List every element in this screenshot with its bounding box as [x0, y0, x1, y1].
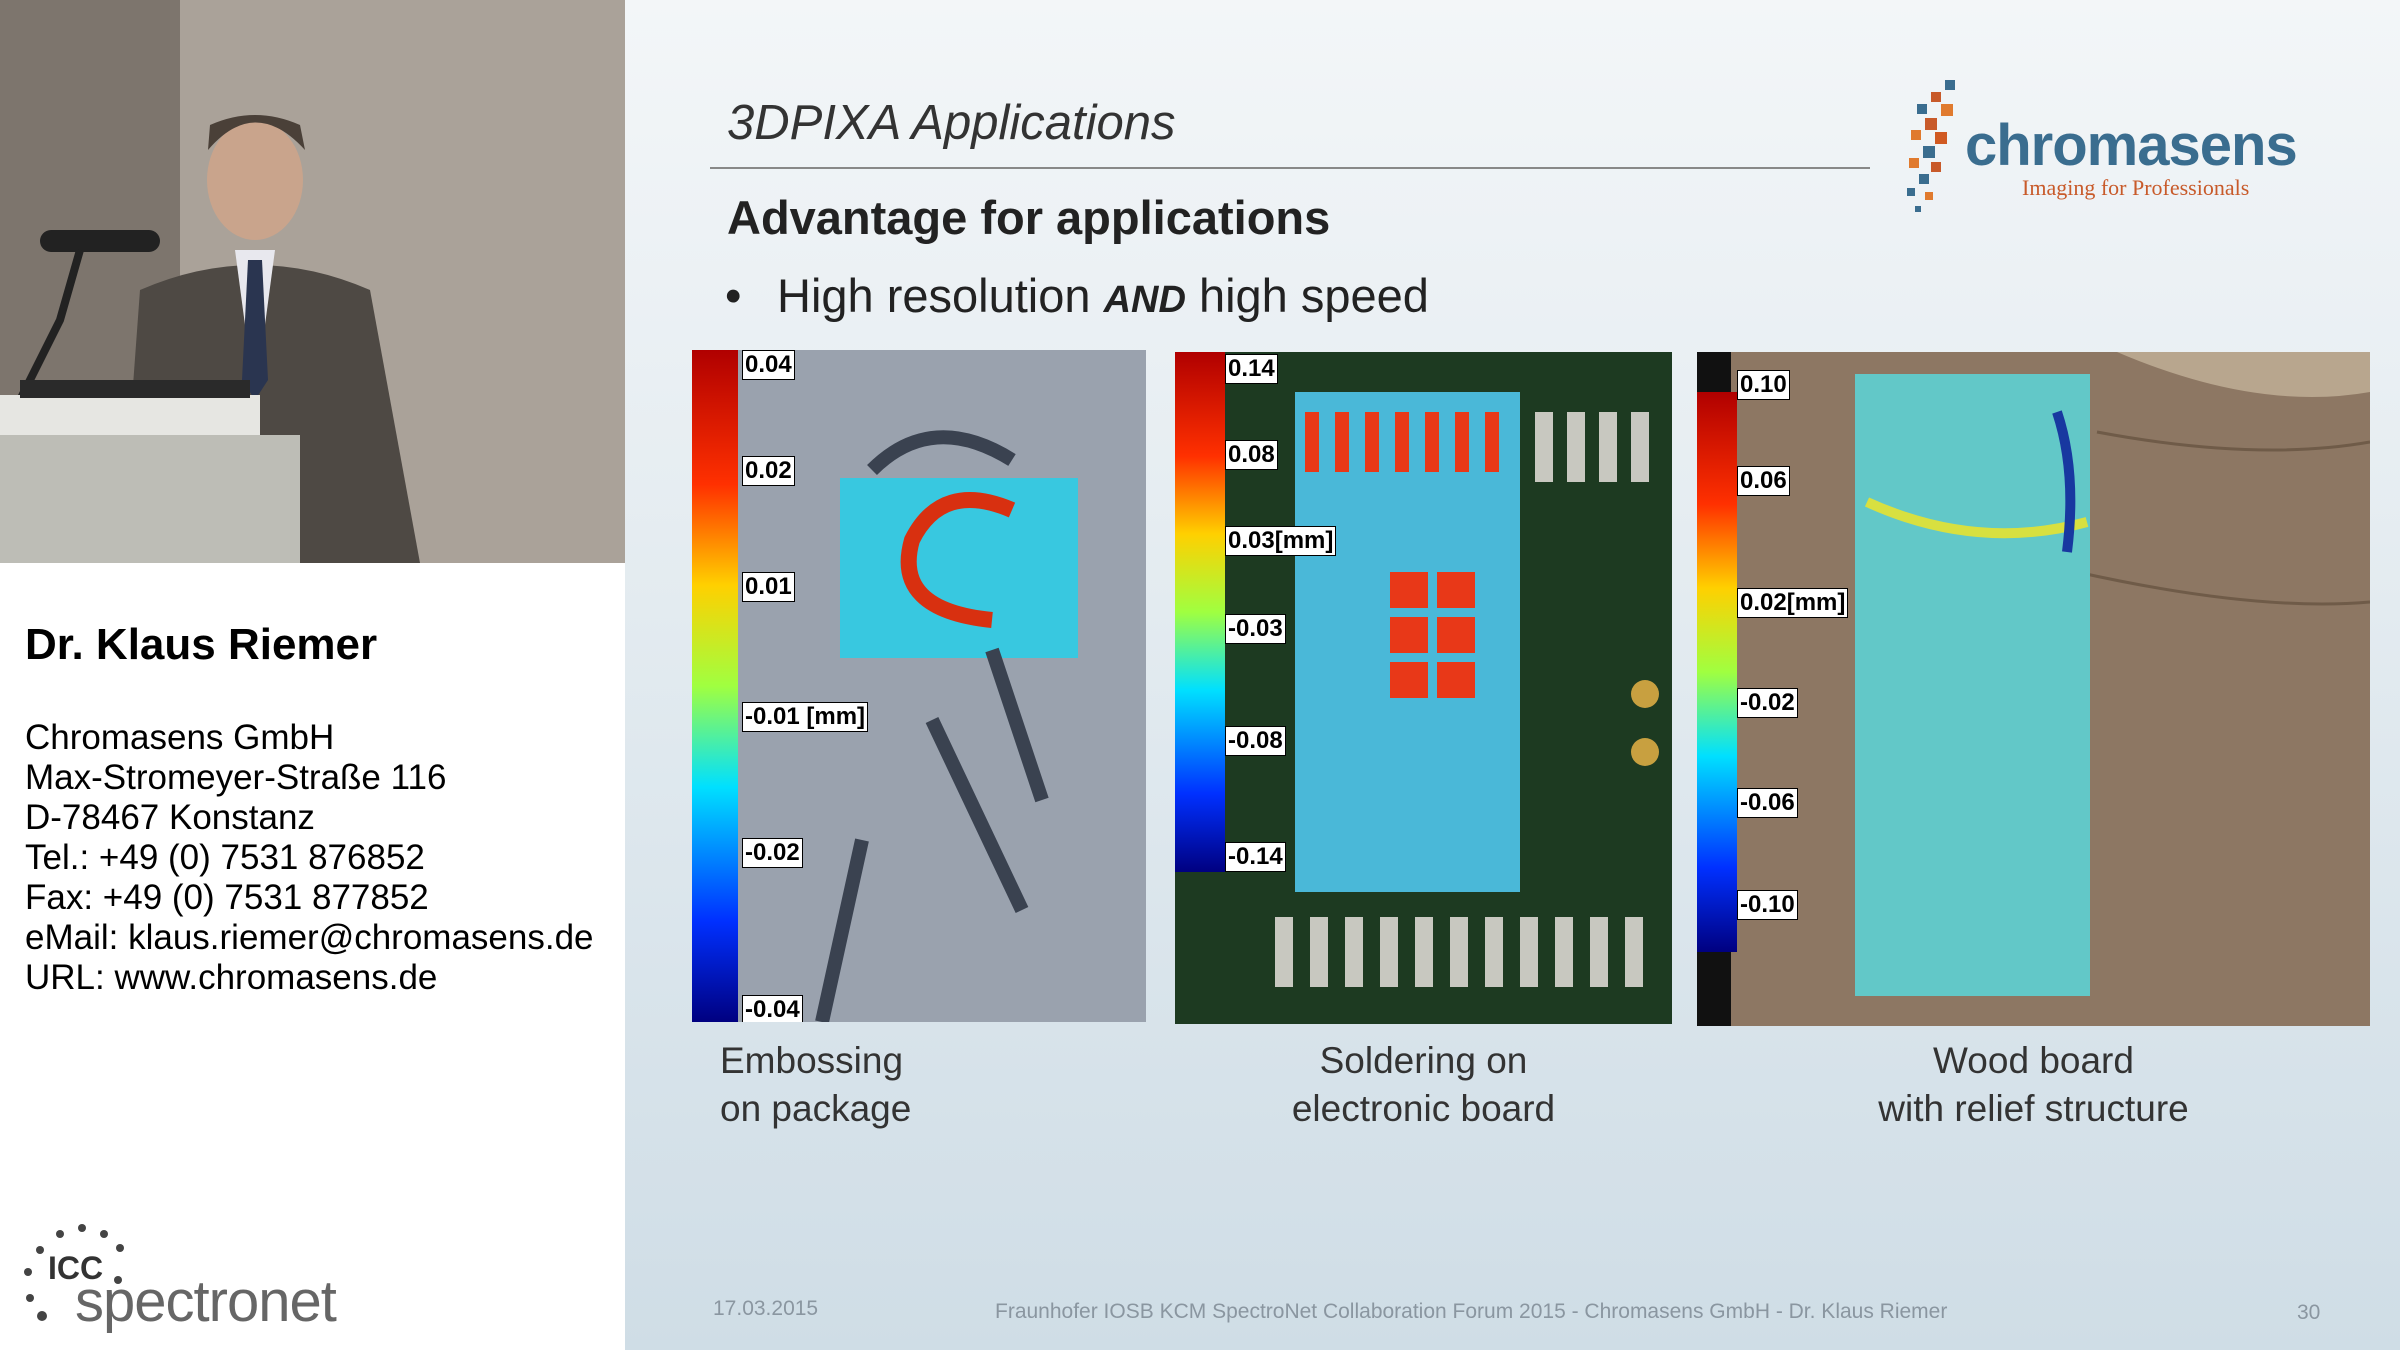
scale-tick-label: 0.10 — [1737, 370, 1790, 400]
caption-wood: Wood board with relief structure — [1697, 1037, 2370, 1133]
wood-render — [1697, 352, 2370, 1026]
scale-tick-label: 0.03[mm] — [1225, 526, 1337, 556]
bullet-dot-icon: • — [725, 269, 742, 322]
scale-tick-label: 0.08 — [1225, 440, 1278, 470]
scale-tick-label: 0.06 — [1737, 466, 1790, 496]
caption-line: Soldering on — [1319, 1040, 1528, 1081]
scale-tick-label: -0.02 — [742, 838, 803, 868]
scale-tick-label: 0.04 — [742, 350, 795, 380]
scale-tick-label: -0.10 — [1737, 890, 1798, 920]
scale-tick-label: -0.04 — [742, 995, 803, 1022]
company-name: Chromasens GmbH — [25, 718, 335, 757]
scale-tick-label: 0.02 — [742, 456, 795, 486]
caption-line: Embossing — [720, 1040, 904, 1081]
street-address: Max-Stromeyer-Straße 116 — [25, 758, 447, 797]
caption-line: electronic board — [1291, 1088, 1556, 1129]
caption-line: Wood board — [1933, 1040, 2134, 1081]
scale-tick-label: -0.06 — [1737, 788, 1798, 818]
slide-subtitle: Advantage for applications — [727, 191, 1331, 244]
scale-tick-label: -0.01 [mm] — [742, 702, 869, 732]
scale-tick-label: -0.03 — [1225, 614, 1286, 644]
speaker-video-frame — [0, 0, 625, 563]
title-divider — [710, 167, 1870, 169]
speaker-name: Dr. Klaus Riemer — [25, 620, 378, 669]
bullet-text-before: High resolution — [777, 269, 1104, 322]
speaker-sidebar: Dr. Klaus Riemer Chromasens GmbH Max-Str… — [0, 0, 625, 1350]
speaker-contact: Dr. Klaus Riemer Chromasens GmbH Max-Str… — [25, 620, 594, 998]
fax-number: Fax: +49 (0) 7531 877852 — [25, 878, 429, 917]
scale-tick-label: -0.08 — [1225, 726, 1286, 756]
website-url: URL: www.chromasens.de — [25, 958, 438, 997]
footer-text: Fraunhofer IOSB KCM SpectroNet Collabora… — [995, 1300, 1948, 1323]
scale-tick-label: -0.02 — [1737, 688, 1798, 718]
wood-heightmap-image: 0.10 0.06 0.02[mm] -0.02 -0.06 -0.10 — [1697, 352, 2370, 1026]
embossing-heightmap-image: 0.04 0.02 0.01 -0.01 [mm] -0.02 -0.04 — [692, 350, 1146, 1022]
caption-line: with relief structure — [1878, 1088, 2189, 1129]
embossing-render — [692, 350, 1146, 1022]
page-number: 30 — [2297, 1301, 2321, 1324]
bullet-text-after: high speed — [1185, 269, 1429, 322]
chromasens-logo: chromasens Imaging for Professionals — [1895, 70, 2375, 240]
city-address: D-78467 Konstanz — [25, 798, 315, 837]
scale-tick-label: -0.14 — [1225, 842, 1286, 872]
phone-number: Tel.: +49 (0) 7531 876852 — [25, 838, 425, 877]
footer-date: 17.03.2015 — [713, 1297, 819, 1320]
speaker-video — [0, 0, 625, 563]
spectronet-text: spectronet — [75, 1269, 337, 1334]
email-address: eMail: klaus.riemer@chromasens.de — [25, 918, 594, 957]
scale-tick-label: 0.01 — [742, 572, 795, 602]
pixel-cluster-icon — [1907, 80, 1955, 212]
scale-tick-label: 0.14 — [1225, 354, 1278, 384]
bullet-point: • High resolution AND high speed — [725, 268, 1429, 323]
icc-spectronet-logo: ICC spectronet — [20, 1220, 350, 1340]
caption-soldering: Soldering on electronic board — [1175, 1037, 1672, 1133]
soldering-heightmap-image: 0.14 0.08 0.03[mm] -0.03 -0.08 -0.14 — [1175, 352, 1672, 1024]
caption-embossing: Embossing on package — [720, 1037, 911, 1133]
bullet-emphasis: AND — [1103, 279, 1186, 321]
slide-title: 3DPIXA Applications — [727, 96, 1176, 150]
logo-tagline: Imaging for Professionals — [2022, 175, 2250, 200]
scale-tick-label: 0.02[mm] — [1737, 588, 1849, 618]
presentation-slide: 3DPIXA Applications Advantage for applic… — [625, 0, 2400, 1350]
logo-wordmark: chromasens — [1965, 113, 2298, 178]
caption-line: on package — [720, 1088, 912, 1129]
